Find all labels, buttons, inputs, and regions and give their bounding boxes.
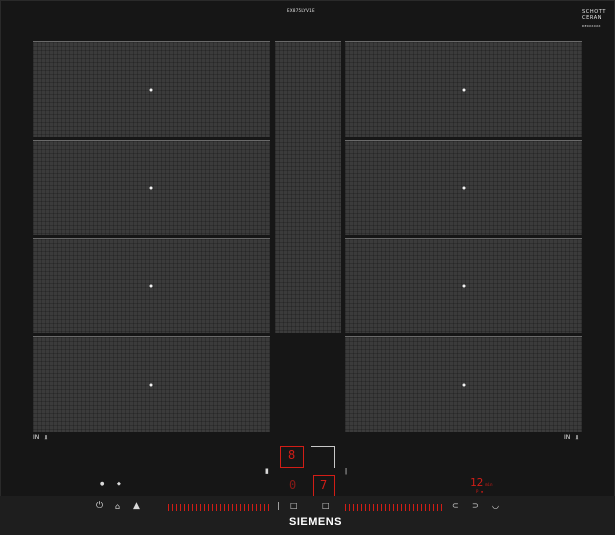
right-center-digit: 7 [320,478,328,492]
right-zone-2[interactable] [345,140,582,235]
left-zone-label-text: IN [33,434,40,441]
zone-center-mark [149,88,153,92]
zone-center-mark [462,383,466,387]
right-extra-icon-1[interactable]: ⊂ [452,501,459,510]
center-bottom-digit: 0 [289,478,297,492]
right-zone-label-text: IN [564,434,571,441]
left-indicator-icon: ▮ [265,467,269,475]
right-center-display[interactable]: 7 [313,475,335,497]
right-zone-1[interactable] [345,41,582,137]
center-bottom-display[interactable]: 0 [281,475,305,497]
zone-center-mark [462,186,466,190]
schott-sub-label: DE0XXXXX [582,24,601,28]
ceran-logo-line: CERAN [582,15,603,21]
left-slider-end-icon: ❘ [275,501,282,510]
cooktop: EX875LYV1E SCHOTT CERAN DE0XXXXX IN ⫫ IN… [0,0,615,535]
power-icon[interactable]: ⏻ [96,501,103,511]
left-slider[interactable] [168,504,270,511]
schott-ceran-logo: SCHOTT CERAN DE0XXXXX [582,9,606,29]
right-extra-icon-3[interactable]: ◡ [492,501,499,510]
lock-icon[interactable]: ⌂ [115,502,120,511]
center-top-digit: 8 [288,448,296,462]
model-label: EX875LYV1E [287,8,315,13]
wifi-indicator-icon: ◆ [117,481,121,487]
timer-sub-label: P ▪ [476,489,484,494]
center-right-button-icon[interactable]: □ [322,501,330,510]
child-lock-indicator-icon: ● [100,481,105,487]
induction-zone-icon: ⫫ [575,434,579,441]
right-indicator-icon: ǀ [345,467,348,475]
right-zone-label: IN ⫫ [564,434,579,442]
brand-logo: SIEMENS [289,516,343,528]
zone-center-mark [462,284,466,288]
center-left-button-icon[interactable]: □ [290,501,298,510]
zone-center-mark [149,383,153,387]
left-zone-1[interactable] [33,41,270,137]
center-zone[interactable] [275,41,341,333]
timer-display[interactable]: 12 min [470,476,492,489]
timer-unit: min [485,482,493,487]
center-top-display[interactable]: 8 [280,446,304,468]
left-zone-label: IN ⫫ [33,434,48,442]
center-top-right-frame [311,446,335,468]
timer-value: 12 [470,476,484,489]
right-zone-4[interactable] [345,336,582,432]
left-zone-3[interactable] [33,238,270,333]
zone-center-mark [462,88,466,92]
right-zone-3[interactable] [345,238,582,333]
minus-icon[interactable]: ▲ [133,501,140,511]
right-slider[interactable] [345,504,445,511]
zone-center-mark [149,284,153,288]
zone-center-mark [149,186,153,190]
right-extra-icon-2[interactable]: ⊃ [472,501,479,510]
left-zone-2[interactable] [33,140,270,235]
induction-zone-icon: ⫫ [44,434,48,441]
left-zone-4[interactable] [33,336,270,432]
